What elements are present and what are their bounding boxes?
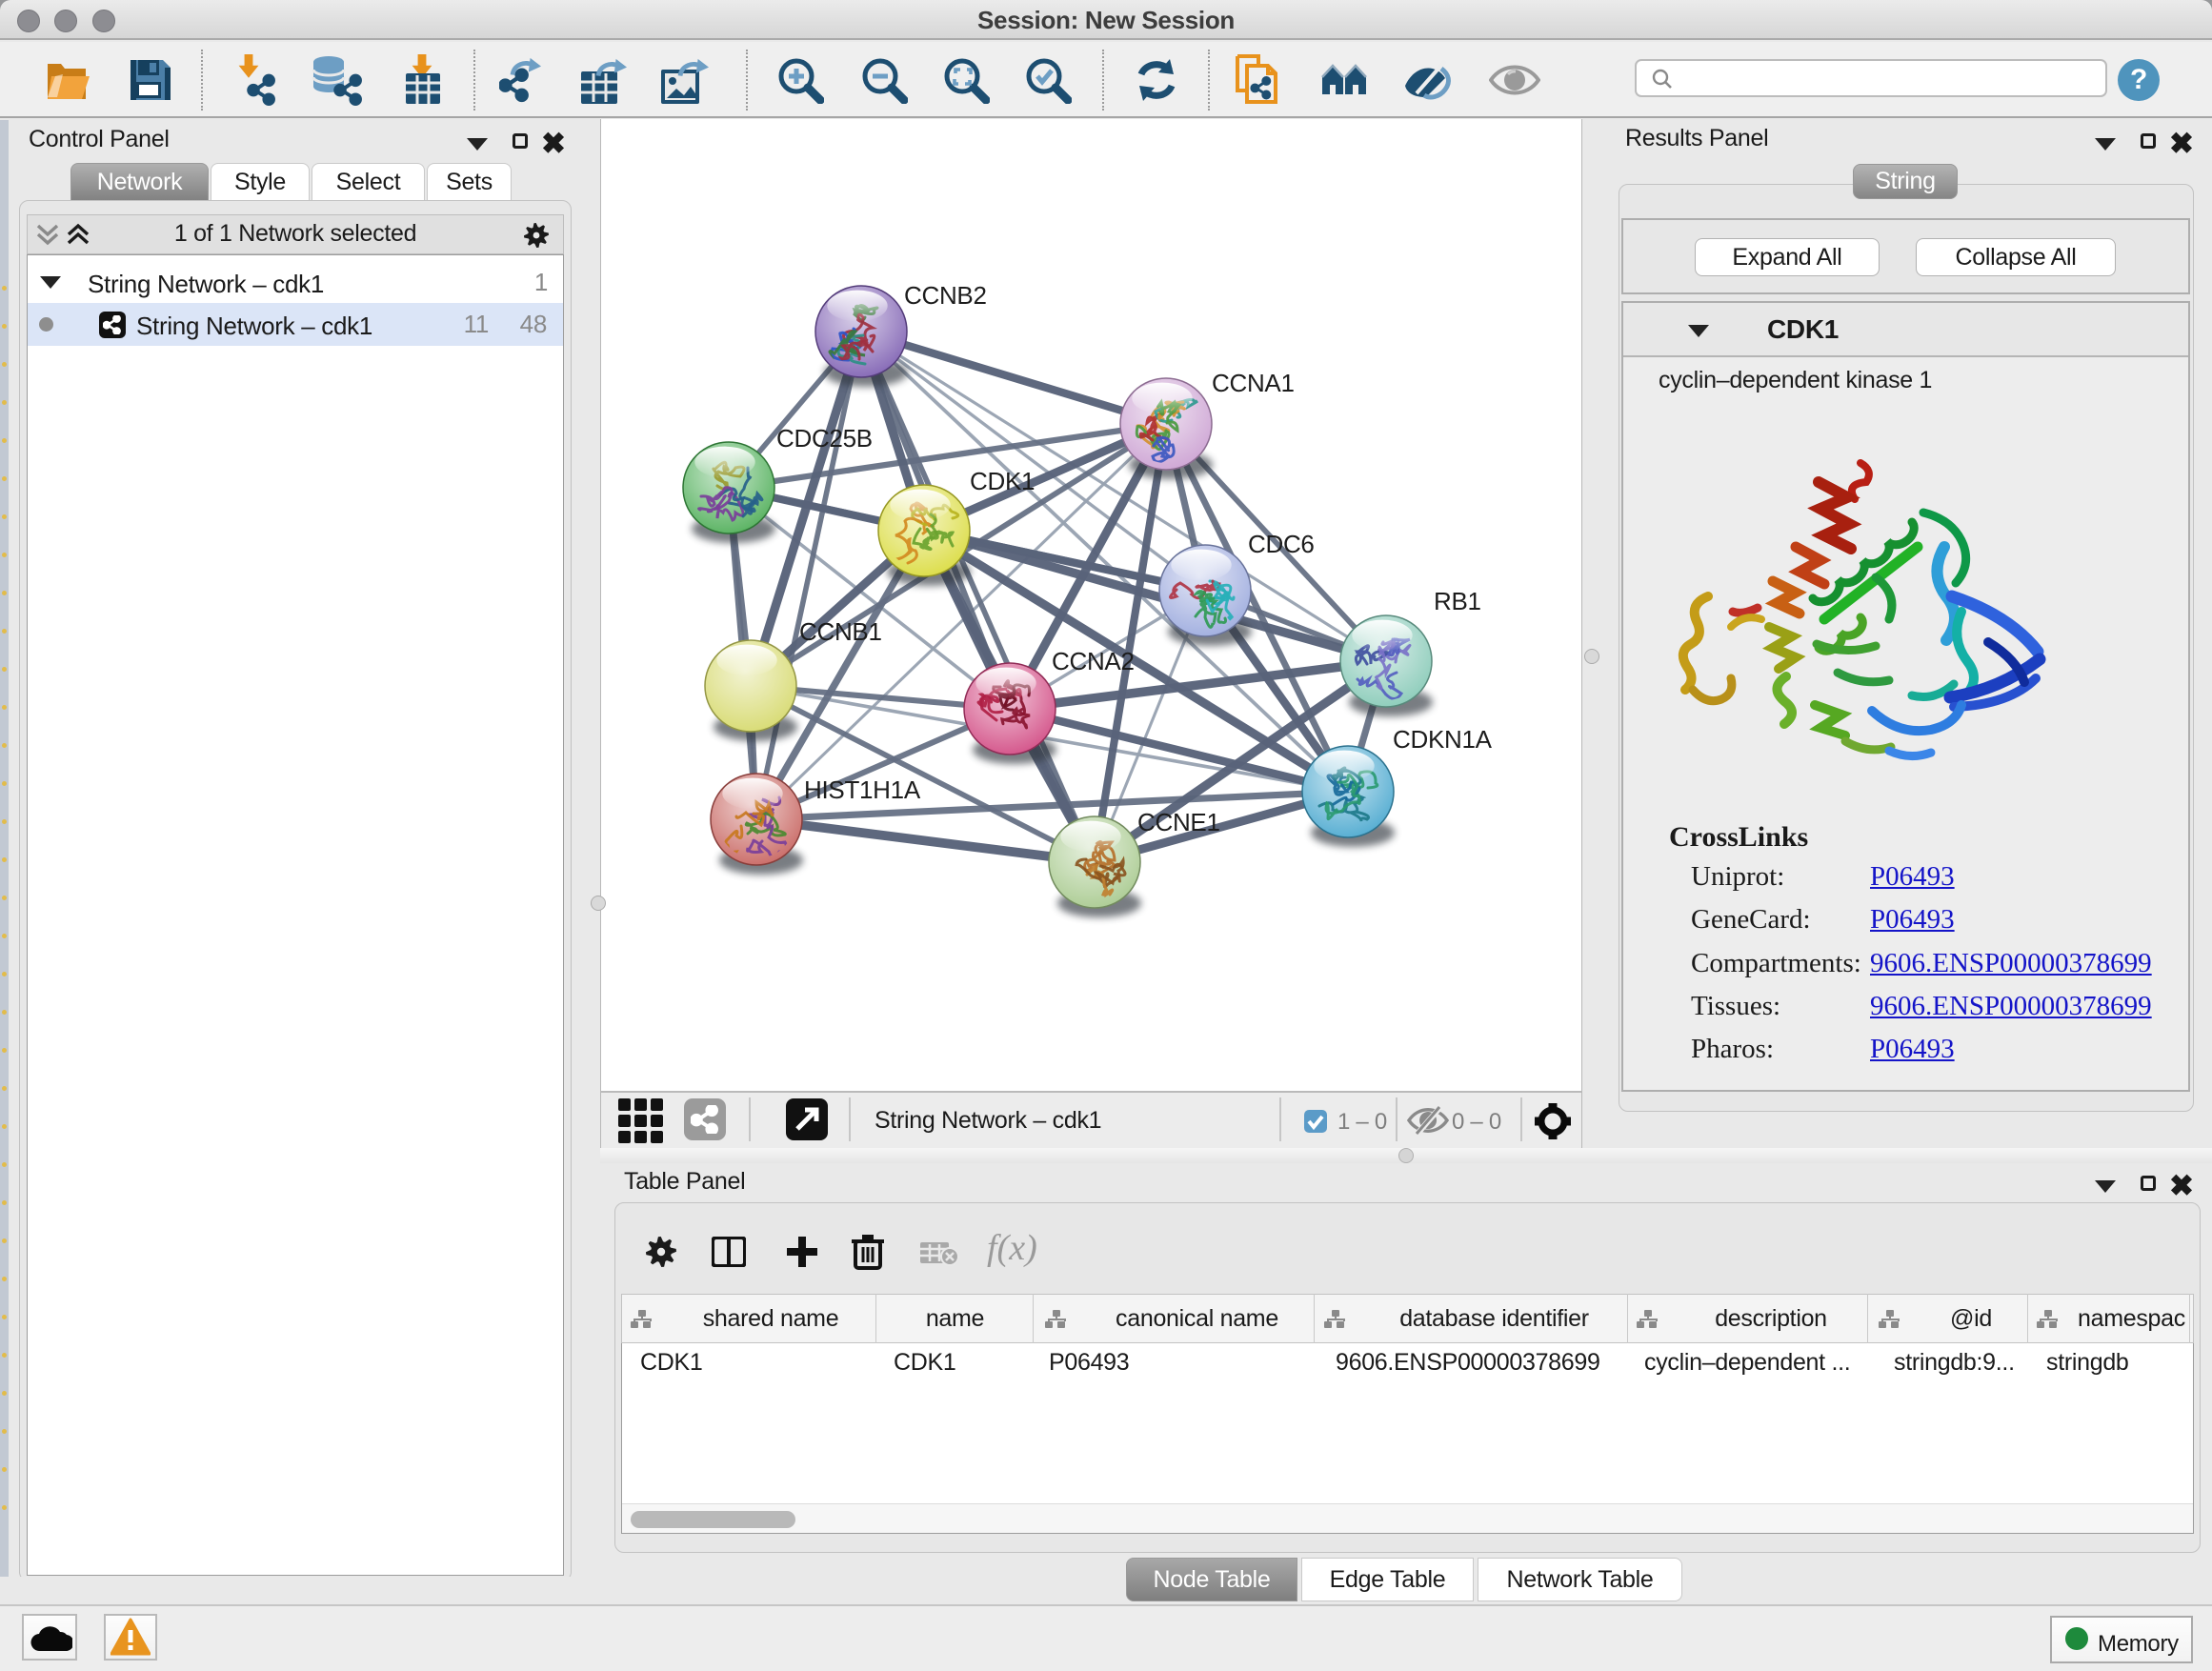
svg-text:CDC25B: CDC25B: [776, 424, 873, 453]
svg-text:CCNA2: CCNA2: [1052, 647, 1135, 675]
svg-text:CDK1: CDK1: [970, 467, 1035, 495]
svg-text:CDKN1A: CDKN1A: [1393, 725, 1493, 754]
svg-text:CCNB2: CCNB2: [904, 281, 987, 310]
svg-text:CCNE1: CCNE1: [1137, 808, 1220, 836]
svg-text:RB1: RB1: [1434, 587, 1481, 615]
svg-text:CDC6: CDC6: [1248, 530, 1315, 558]
svg-text:HIST1H1A: HIST1H1A: [804, 775, 921, 804]
svg-text:CCNB1: CCNB1: [799, 617, 882, 646]
svg-text:CCNA1: CCNA1: [1212, 369, 1295, 397]
